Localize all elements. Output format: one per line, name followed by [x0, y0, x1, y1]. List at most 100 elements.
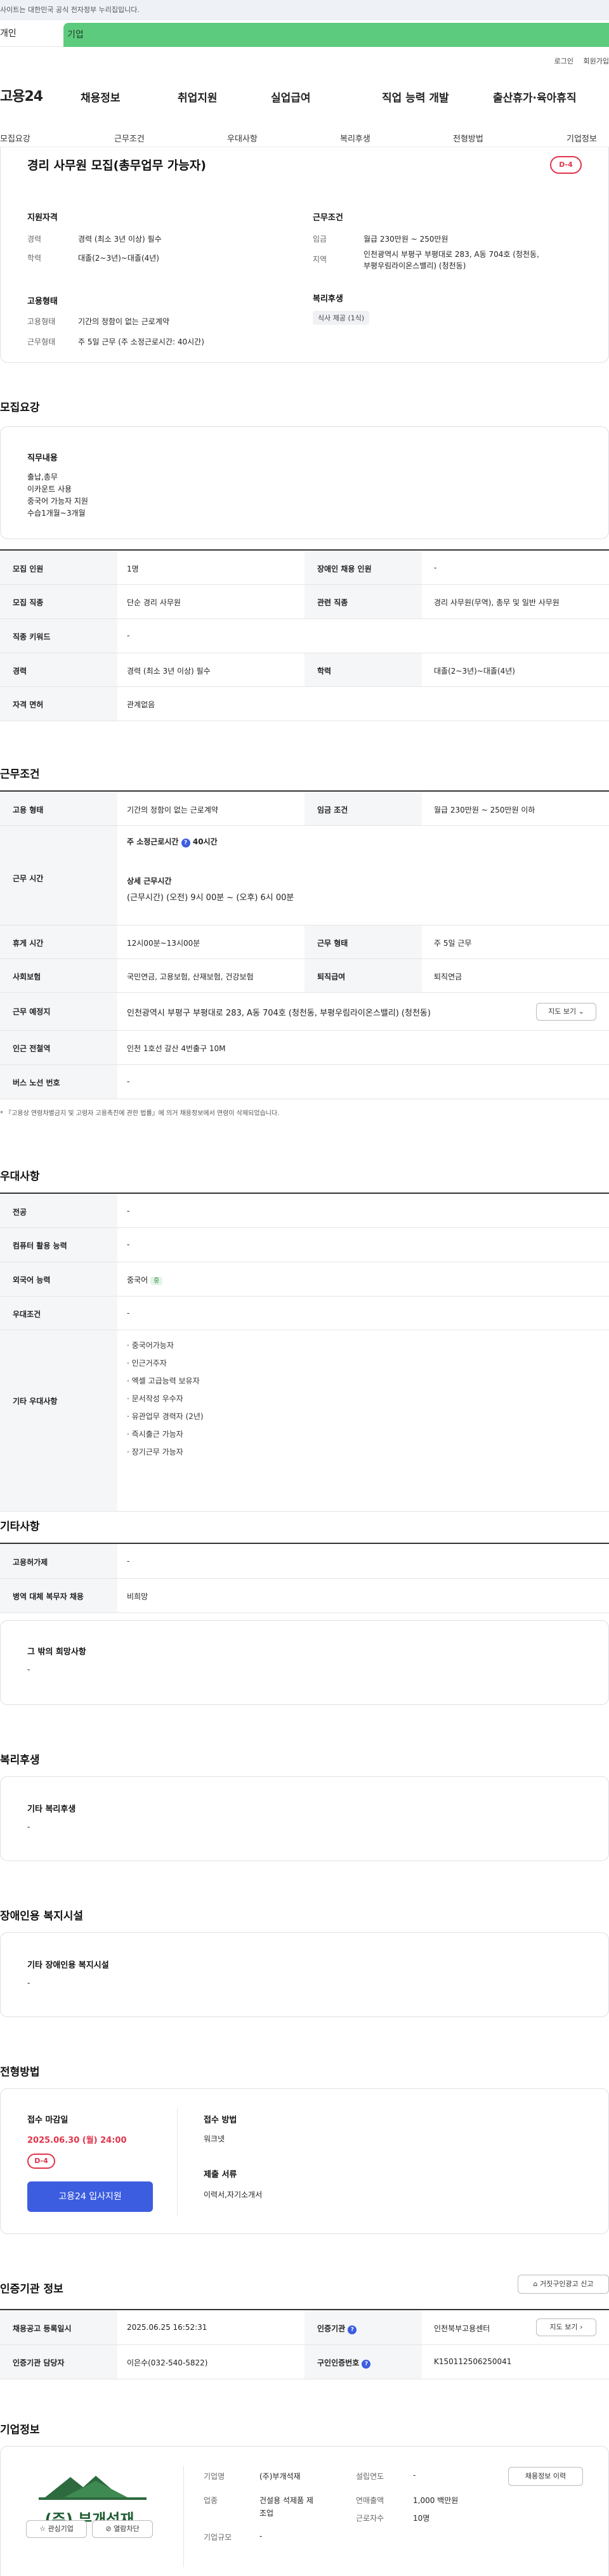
process-heading: 전형방법	[0, 2066, 40, 2079]
welfare-title: 복리후생	[313, 294, 343, 304]
org-label-text: 인증기관	[317, 2324, 346, 2333]
reg-label: 채용공고 등록일시	[13, 2324, 72, 2333]
place-label: 근무 예정지	[13, 1007, 51, 1016]
duty-line: 이카운트 사용	[27, 485, 72, 494]
favorite-button[interactable]: ☆ 관심기업	[26, 2520, 87, 2538]
chevron-right-icon: ›	[580, 2323, 583, 2331]
welfare-card: 기타 복리후생 -	[0, 1776, 609, 1861]
cond-title: 근무조건	[313, 213, 343, 223]
job-title: 경리 사무원 모집(총무업무 가능자)	[27, 159, 206, 173]
tab-recruit[interactable]: 모집요강	[0, 132, 30, 144]
list-item: · 유관업무 경력자 (2년)	[127, 1412, 204, 1421]
org-value: 인천북부고용센터	[434, 2324, 490, 2333]
no-label: 구인인증번호 ?	[317, 2357, 371, 2369]
nav-maternity-leave[interactable]: 출산휴가·육아휴직	[493, 89, 609, 105]
qual-edu-label: 학력	[27, 254, 42, 263]
utility-links: 로그인 회원가입	[547, 56, 609, 66]
lang-value: 중국어 중	[127, 1274, 163, 1285]
section-tabs: 모집요강 근무조건 우대사항 복리후생 전형방법 기업정보	[0, 128, 609, 147]
subway-value: 인천 1호선 갈산 4번출구 10M	[127, 1044, 226, 1053]
login-link[interactable]: 로그인	[554, 57, 573, 65]
report-button[interactable]: ⌂ 거짓구인광고 신고	[518, 2275, 609, 2294]
company-heading: 기업정보	[0, 2424, 40, 2436]
nav-unemployment-benefit[interactable]: 실업급여	[271, 89, 366, 105]
chevron-down-icon: ⌄	[578, 1007, 584, 1016]
hours-week-value: 40시간	[192, 837, 218, 846]
lang-level-badge: 중	[150, 1277, 163, 1285]
emp-form: 주 5일 근무 (주 소정근로시간: 40시간)	[78, 337, 204, 346]
tab-company[interactable]: 기업	[63, 23, 609, 47]
qual-edu: 대졸(2~3년)~대졸(4년)	[78, 254, 159, 263]
pref-table: 전공 - 컴퓨터 활용 능력 - 외국어 능력 중국어 중 우대조건 - 기타 …	[0, 1193, 609, 1512]
name-value: (주)부개석재	[259, 2472, 301, 2481]
permit-label: 고용허가제	[13, 1558, 48, 1567]
nav-jobs[interactable]: 채용정보	[81, 89, 176, 105]
lang-name: 중국어	[127, 1276, 148, 1285]
tab-pref[interactable]: 우대사항	[227, 132, 258, 144]
help-icon[interactable]: ?	[348, 2325, 357, 2334]
military-value: 비희망	[127, 1592, 148, 1601]
block-icon: ⊘	[105, 2525, 112, 2533]
duty-title: 직무내용	[27, 454, 58, 463]
mountain-logo-icon	[39, 2476, 147, 2500]
cond-area-label: 지역	[313, 255, 327, 264]
org-map-button[interactable]: 지도 보기 ›	[536, 2318, 596, 2336]
gov-notice: 사이트는 대한민국 공식 전자정부 누리집입니다.	[0, 0, 609, 20]
other-table: 고용허가제 - 병역 대체 복무자 채용 비희망	[0, 1543, 609, 1613]
cert-heading: 인증기관 정보	[0, 2283, 63, 2296]
ins-value: 국민연금, 고용보험, 산재보험, 건강보험	[127, 972, 254, 981]
pc-label: 컴퓨터 활용 능력	[13, 1241, 67, 1250]
cond-label: 우대조건	[13, 1310, 41, 1319]
permit-value: -	[127, 1557, 130, 1566]
rest-label: 휴게 시간	[13, 939, 44, 948]
method-title: 접수 방법	[204, 2115, 237, 2125]
row-label: 모집 직종	[13, 598, 44, 607]
retire-value: 퇴직연금	[434, 972, 462, 981]
ins-label: 사회보험	[13, 972, 41, 981]
list-item: · 즉시출근 가능자	[127, 1430, 183, 1439]
welfare-card-value: -	[27, 1822, 30, 1831]
join-link[interactable]: 회원가입	[584, 57, 609, 65]
lang-label: 외국어 능력	[13, 1276, 51, 1285]
help-icon[interactable]: ?	[362, 2360, 371, 2369]
rest-value: 12시00분~13시00분	[127, 939, 200, 948]
major-value: -	[127, 1206, 130, 1215]
hours-label: 근무 시간	[13, 874, 44, 883]
block-button-label: 열람차단	[114, 2525, 140, 2533]
deadline-value: 2025.06.30 (월) 24:00	[27, 2136, 127, 2145]
mgr-label: 인증기관 담당자	[13, 2358, 65, 2367]
method-value: 워크넷	[204, 2135, 225, 2143]
no-value: K150112506250041	[434, 2357, 512, 2366]
no-label-text: 구인인증번호	[317, 2358, 360, 2367]
row-value: 경력 (최소 3년 이상) 필수	[127, 667, 211, 676]
military-label: 병역 대체 복무자 채용	[13, 1592, 84, 1601]
place-value: 인천광역시 부평구 부평대로 283, A동 704호 (청천동, 부평우림라이…	[127, 1009, 431, 1018]
list-item: · 엑셀 고급능력 보유자	[127, 1376, 200, 1385]
tab-personal[interactable]: 개인	[0, 20, 63, 47]
other-heading: 기타사항	[0, 1520, 40, 1533]
welfare-card-title: 기타 복리후생	[27, 1805, 76, 1814]
pref-heading: 우대사항	[0, 1170, 40, 1183]
tab-welfare[interactable]: 복리후생	[340, 132, 370, 144]
dday-badge: D-4	[550, 156, 582, 174]
job-history-button[interactable]: 채용정보 이력	[508, 2467, 583, 2486]
subway-label: 인근 전철역	[13, 1044, 51, 1053]
emp-type-label: 고용형태	[27, 317, 56, 326]
retire-label: 퇴직급여	[317, 972, 346, 981]
apply-button[interactable]: 고용24 입사지원	[27, 2181, 153, 2212]
block-button[interactable]: ⊘ 열람차단	[92, 2520, 153, 2538]
row-label: 모집 인원	[13, 565, 44, 573]
nav-vocational-training[interactable]: 직업 능력 개발	[366, 89, 493, 105]
tab-work[interactable]: 근무조건	[114, 132, 145, 144]
tab-company[interactable]: 기업정보	[566, 132, 597, 144]
map-button[interactable]: 지도 보기 ⌄	[536, 1003, 596, 1021]
site-logo[interactable]: 고용24	[0, 85, 43, 105]
bus-value: -	[127, 1077, 130, 1086]
tab-process[interactable]: 전형방법	[453, 132, 483, 144]
nav-employment-support[interactable]: 취업지원	[176, 89, 271, 105]
row-label: 관련 직종	[317, 598, 348, 607]
help-icon[interactable]: ?	[181, 839, 190, 847]
pc-value: -	[127, 1240, 130, 1249]
size-label: 기업규모	[204, 2533, 232, 2542]
row-value: 1명	[127, 565, 139, 573]
